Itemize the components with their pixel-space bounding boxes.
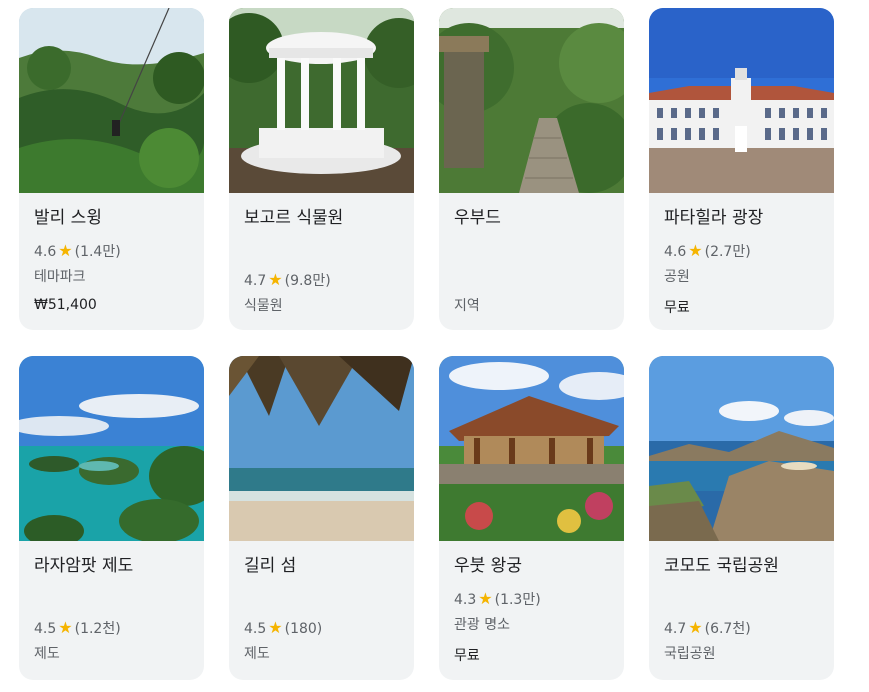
- place-price: 무료: [664, 300, 690, 316]
- place-image-balinese-palace[interactable]: [439, 356, 624, 541]
- star-icon: ★: [688, 618, 703, 637]
- place-card-bali-swing[interactable]: 발리 스윙 4.6 ★ (1.4만) 테마파크 ₩51,400: [19, 8, 204, 330]
- rating-value: 4.6: [664, 244, 687, 260]
- place-title: 우붓 왕궁: [454, 556, 522, 576]
- place-card-gili-islands[interactable]: 길리 섬 4.5 ★ (180) 제도: [229, 356, 414, 680]
- place-title: 우부드: [454, 208, 501, 228]
- place-category: 테마파크: [34, 269, 86, 285]
- review-count: (6.7천): [704, 621, 751, 637]
- place-price: ₩51,400: [34, 297, 97, 313]
- place-rating: 4.5 ★ (1.2천): [34, 618, 121, 638]
- place-title: 보고르 식물원: [244, 208, 344, 228]
- place-rating: 4.3 ★ (1.3만): [454, 589, 541, 609]
- star-icon: ★: [268, 618, 283, 637]
- rating-value: 4.3: [454, 592, 477, 608]
- rating-value: 4.5: [244, 621, 267, 637]
- star-icon: ★: [268, 270, 283, 289]
- place-card-raja-ampat[interactable]: 라자암팟 제도 4.5 ★ (1.2천) 제도: [19, 356, 204, 680]
- review-count: (180): [284, 621, 323, 637]
- place-rating: 4.7 ★ (6.7천): [664, 618, 751, 638]
- rating-value: 4.7: [664, 621, 687, 637]
- place-image-beach[interactable]: [229, 356, 414, 541]
- place-card-ubud[interactable]: 우부드 지역: [439, 8, 624, 330]
- place-image-tropical-islands[interactable]: [19, 356, 204, 541]
- place-card-bogor-garden[interactable]: 보고르 식물원 4.7 ★ (9.8만) 식물원: [229, 8, 414, 330]
- star-icon: ★: [478, 589, 493, 608]
- place-image-white-gazebo[interactable]: [229, 8, 414, 193]
- place-image-jungle-swing[interactable]: [19, 8, 204, 193]
- place-card-komodo-national-park[interactable]: 코모도 국립공원 4.7 ★ (6.7천) 국립공원: [649, 356, 834, 680]
- place-rating: 4.5 ★ (180): [244, 618, 322, 637]
- star-icon: ★: [688, 241, 703, 260]
- place-card-fatahillah-square[interactable]: 파타힐라 광장 4.6 ★ (2.7만) 공원 무료: [649, 8, 834, 330]
- review-count: (1.2천): [74, 621, 121, 637]
- place-card-ubud-palace[interactable]: 우붓 왕궁 4.3 ★ (1.3만) 관광 명소 무료: [439, 356, 624, 680]
- review-count: (1.4만): [74, 244, 121, 260]
- review-count: (2.7만): [704, 244, 751, 260]
- place-image-jungle-stairs[interactable]: [439, 8, 624, 193]
- place-title: 파타힐라 광장: [664, 208, 764, 228]
- review-count: (1.3만): [494, 592, 541, 608]
- rating-value: 4.7: [244, 273, 267, 289]
- place-rating: 4.7 ★ (9.8만): [244, 270, 331, 290]
- place-category: 지역: [454, 298, 480, 314]
- place-category: 관광 명소: [454, 617, 510, 633]
- star-icon: ★: [58, 241, 73, 260]
- rating-value: 4.6: [34, 244, 57, 260]
- places-grid: 발리 스윙 4.6 ★ (1.4만) 테마파크 ₩51,400 보고르 식물원 …: [0, 0, 869, 692]
- review-count: (9.8만): [284, 273, 331, 289]
- place-image-komodo-hills[interactable]: [649, 356, 834, 541]
- place-title: 라자암팟 제도: [34, 556, 134, 576]
- rating-value: 4.5: [34, 621, 57, 637]
- place-category: 공원: [664, 269, 690, 285]
- star-icon: ★: [58, 618, 73, 637]
- place-rating: 4.6 ★ (2.7만): [664, 241, 751, 261]
- place-title: 길리 섬: [244, 556, 297, 576]
- place-category: 국립공원: [664, 646, 716, 662]
- place-title: 발리 스윙: [34, 208, 102, 228]
- place-title: 코모도 국립공원: [664, 556, 779, 576]
- place-category: 식물원: [244, 298, 283, 314]
- place-category: 제도: [244, 646, 270, 662]
- place-image-colonial-building[interactable]: [649, 8, 834, 193]
- place-price: 무료: [454, 648, 480, 664]
- place-rating: 4.6 ★ (1.4만): [34, 241, 121, 261]
- place-category: 제도: [34, 646, 60, 662]
